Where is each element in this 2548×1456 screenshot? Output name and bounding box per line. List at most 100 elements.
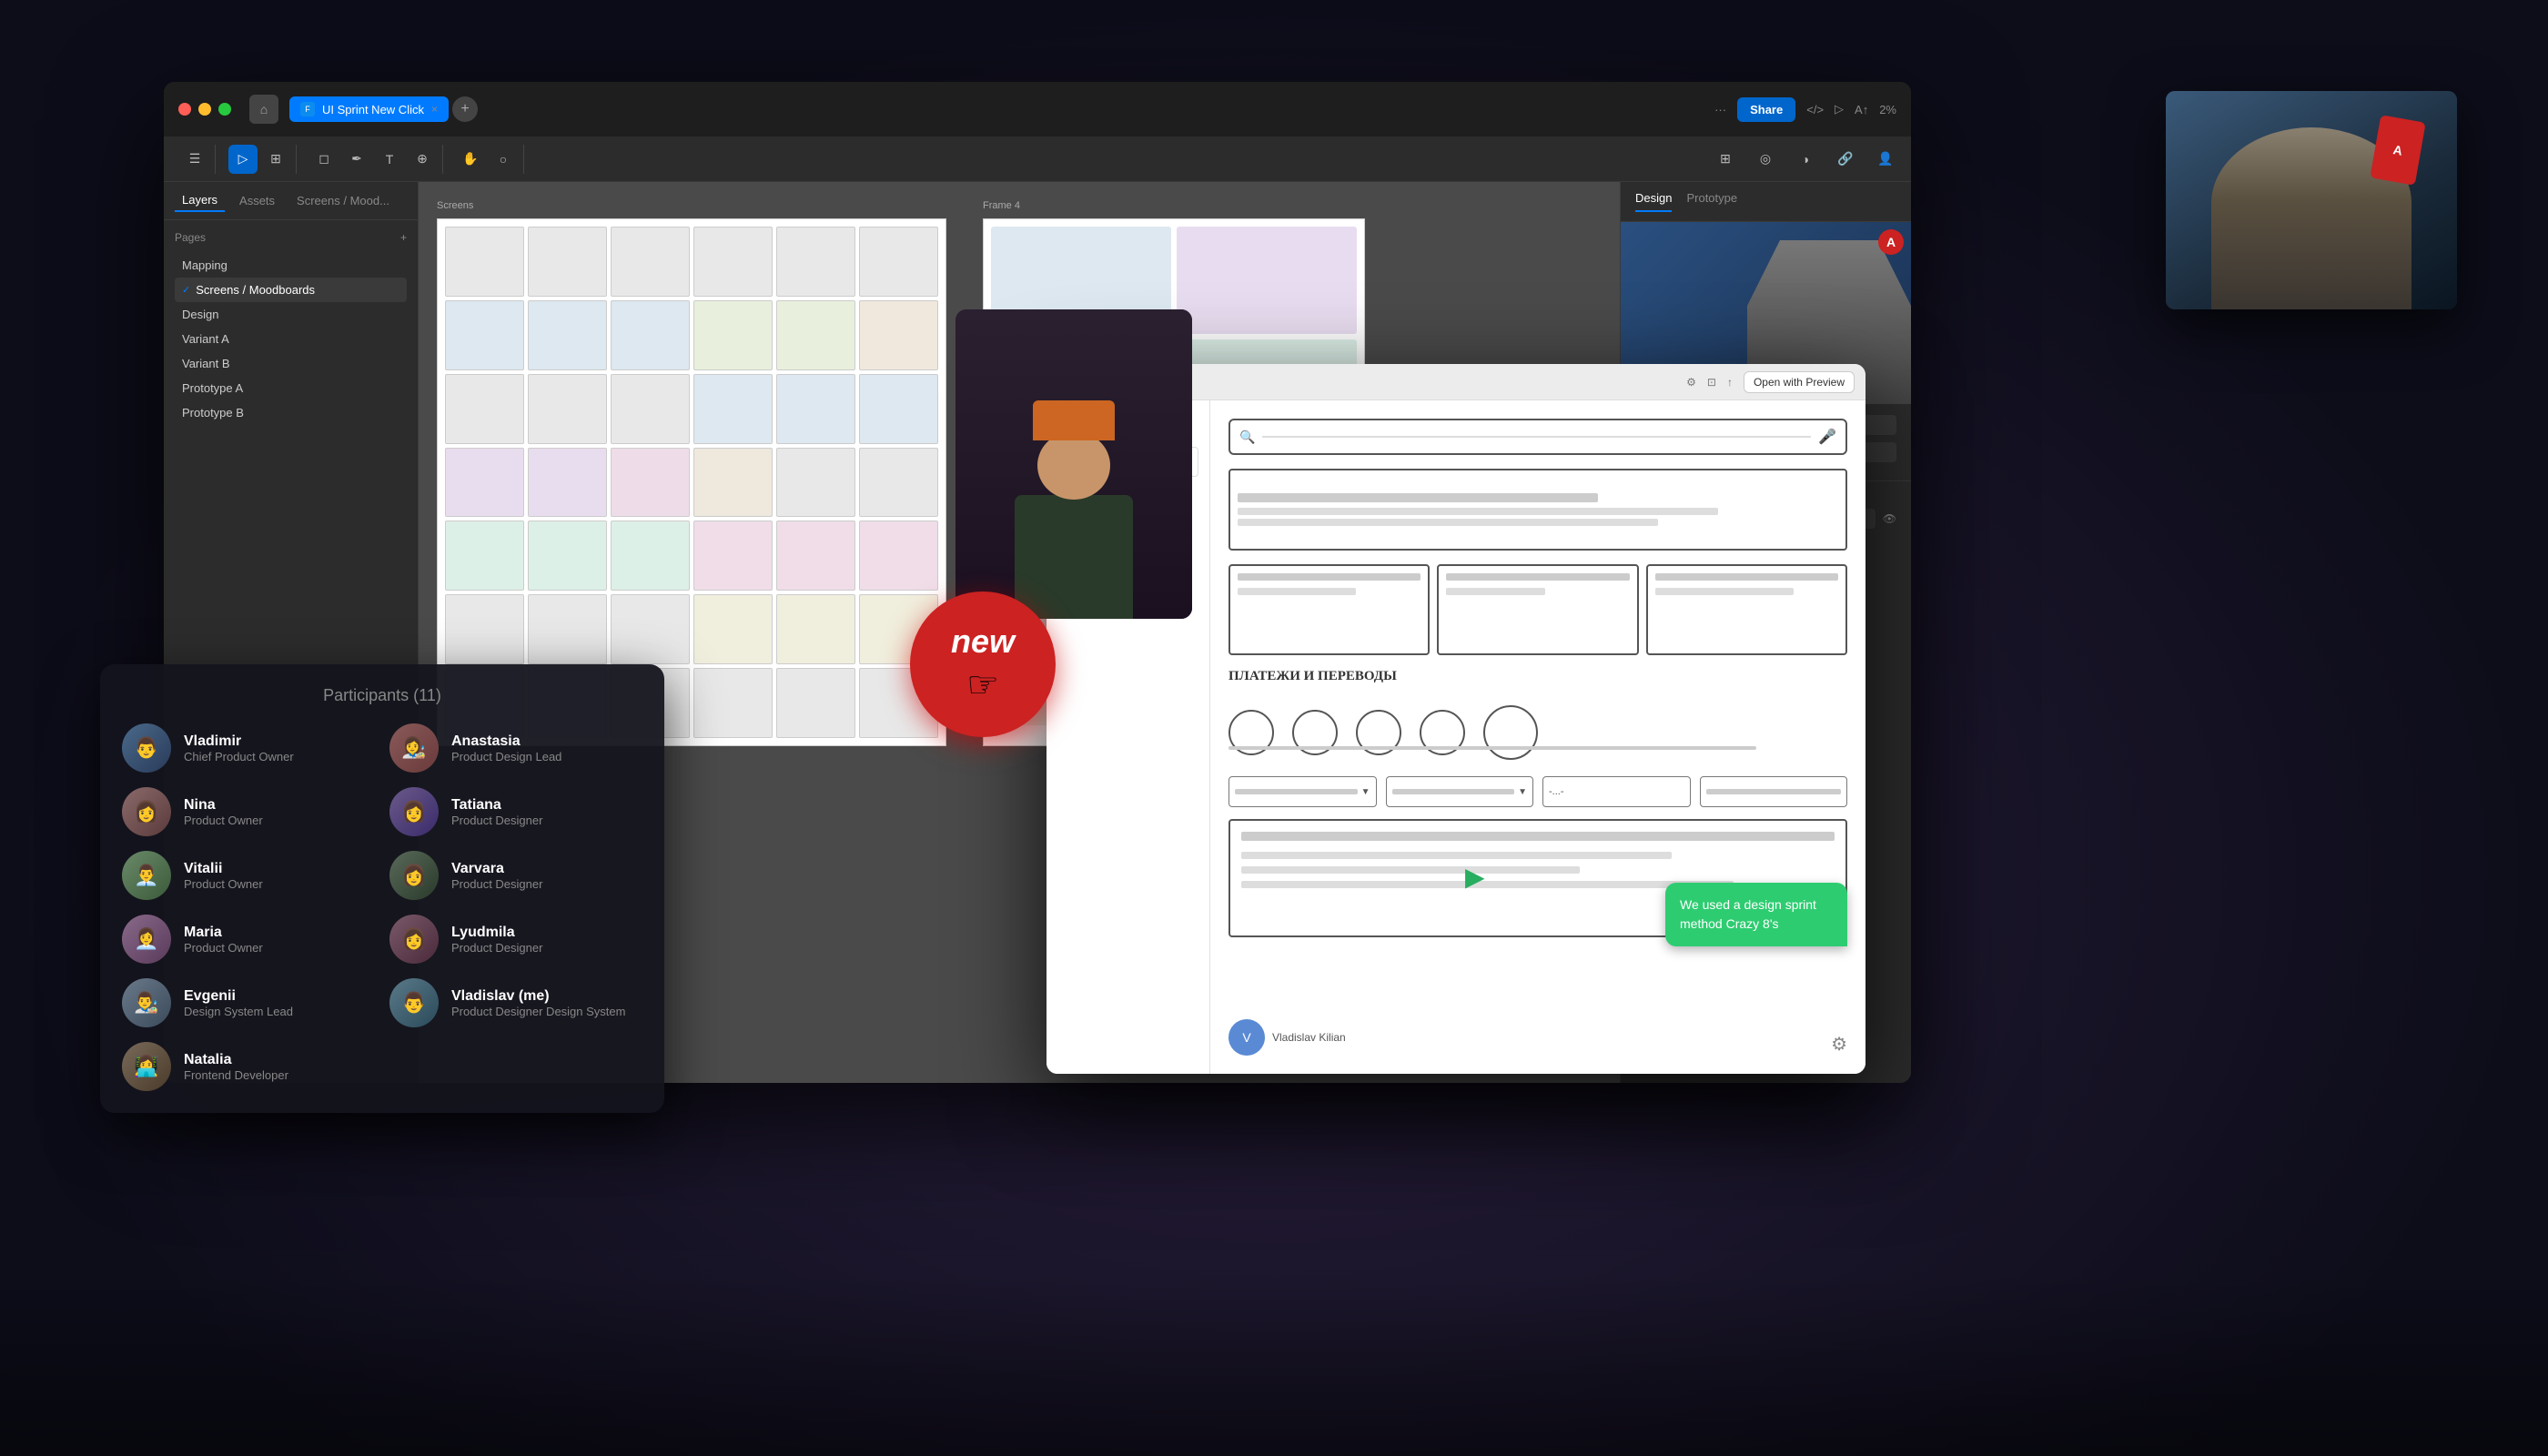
toolbar-right: ⊞ ◎ ◑ 🔗 👤 bbox=[1711, 145, 1900, 174]
hand-tool[interactable]: ✋ bbox=[456, 145, 485, 174]
participants-grid: 👨 Vladimir Chief Product Owner 👩 Nina Pr… bbox=[122, 723, 642, 1091]
info-evgenii: Evgenii Design System Lead bbox=[184, 988, 375, 1018]
share-button[interactable]: Share bbox=[1737, 97, 1795, 122]
participant-vitalii: 👨‍💼 Vitalii Product Owner bbox=[122, 851, 375, 900]
person-head bbox=[1037, 431, 1110, 500]
text-tool[interactable]: T bbox=[375, 145, 404, 174]
add-tool[interactable]: ⊕ bbox=[408, 145, 437, 174]
menu-tool[interactable]: ☰ bbox=[180, 145, 209, 174]
layers-tab[interactable]: Layers bbox=[175, 189, 225, 212]
tab-close-icon[interactable]: × bbox=[431, 103, 438, 116]
settings-bottom-icon[interactable]: ⚙ bbox=[1831, 1033, 1847, 1056]
text-icon[interactable]: A↑ bbox=[1855, 103, 1868, 116]
design-tab[interactable]: Design bbox=[1635, 191, 1672, 212]
name-lyudmila: Lyudmila bbox=[451, 925, 642, 941]
title-bar: ⌂ F UI Sprint New Click × + ··· Share </… bbox=[164, 82, 1911, 136]
chevron-icon: ▼ bbox=[1518, 787, 1527, 797]
prototype-tab[interactable]: Prototype bbox=[1686, 191, 1737, 212]
name-natalia: Natalia bbox=[184, 1052, 375, 1068]
visibility-icon[interactable]: 👁 bbox=[1883, 512, 1896, 525]
user-avatar[interactable]: 👤 bbox=[1871, 145, 1900, 174]
sketch-card2 bbox=[1437, 564, 1638, 655]
avatar-natalia: 👩‍💻 bbox=[122, 1042, 171, 1091]
more-options-icon[interactable]: ··· bbox=[1714, 103, 1726, 116]
crop-icon[interactable]: ⊞ bbox=[1711, 145, 1740, 174]
payments-label: ПЛАТЕЖИ И ПЕРЕВОДЫ bbox=[1228, 669, 1397, 684]
info-vladislav: Vladislav (me) Product Designer Design S… bbox=[451, 988, 642, 1018]
avatar-maria: 👩‍💼 bbox=[122, 915, 171, 964]
minimize-button[interactable] bbox=[198, 103, 211, 116]
info-varvara: Varvara Product Designer bbox=[451, 861, 642, 891]
filter-row: ▼ ▼ -...- bbox=[1228, 774, 1847, 810]
annotation-badge: A bbox=[1878, 229, 1904, 255]
mini-screen bbox=[528, 300, 607, 370]
traffic-lights bbox=[178, 103, 231, 116]
info-vitalii: Vitalii Product Owner bbox=[184, 861, 375, 891]
sketch-balance-line2 bbox=[1238, 508, 1718, 515]
steve-bg: A bbox=[2166, 91, 2457, 309]
open-with-preview[interactable]: Open with Preview bbox=[1744, 371, 1855, 393]
settings-icon[interactable]: ⚙ bbox=[1686, 376, 1696, 389]
mini-screen bbox=[693, 668, 773, 738]
search-sketch-icon: 🔍 bbox=[1239, 430, 1255, 445]
tool-group-shapes: ◻ ✒ T ⊕ bbox=[304, 145, 443, 174]
pages-section: Pages + Mapping ✓ Screens / Moodboards D… bbox=[164, 220, 418, 436]
rectangle-tool[interactable]: ◻ bbox=[309, 145, 339, 174]
close-button[interactable] bbox=[178, 103, 191, 116]
role-vladislav: Product Designer Design System bbox=[451, 1005, 642, 1018]
canvas-label-1: Screens bbox=[437, 200, 473, 211]
mini-screen bbox=[776, 374, 855, 444]
page-item-prototypeb[interactable]: Prototype B bbox=[175, 400, 407, 425]
page-item-varianta[interactable]: Variant A bbox=[175, 327, 407, 351]
new-badge[interactable]: new ☞ bbox=[910, 592, 1056, 737]
draft-avatar-name: Vladislav Kilian bbox=[1272, 1031, 1346, 1044]
assets-tab[interactable]: Assets bbox=[232, 190, 282, 211]
participant-anastasia: 👩‍🎨 Anastasia Product Design Lead bbox=[389, 723, 642, 773]
mini-screen bbox=[776, 521, 855, 591]
page-label-mapping: Mapping bbox=[182, 258, 228, 272]
home-button[interactable]: ⌂ bbox=[249, 95, 278, 124]
page-item-design[interactable]: Design bbox=[175, 302, 407, 327]
link-icon[interactable]: 🔗 bbox=[1831, 145, 1860, 174]
mini-screen bbox=[611, 448, 690, 518]
role-vitalii: Product Owner bbox=[184, 877, 375, 891]
draft-sketch-canvas: 🔍 🎤 bbox=[1210, 400, 1866, 1074]
page-item-mapping[interactable]: Mapping bbox=[175, 253, 407, 278]
page-item-prototypea[interactable]: Prototype A bbox=[175, 376, 407, 400]
card-line bbox=[1655, 573, 1838, 581]
page-item-variantb[interactable]: Variant B bbox=[175, 351, 407, 376]
info-natalia: Natalia Frontend Developer bbox=[184, 1052, 375, 1082]
sketch-card1 bbox=[1228, 564, 1430, 655]
code-icon[interactable]: </> bbox=[1806, 103, 1824, 116]
add-tab-button[interactable]: + bbox=[452, 96, 478, 122]
mini-screen bbox=[445, 448, 524, 518]
mini-screen bbox=[693, 300, 773, 370]
payment-circles bbox=[1228, 696, 1847, 769]
target-icon[interactable]: ◎ bbox=[1751, 145, 1780, 174]
contrast-icon[interactable]: ◑ bbox=[1791, 145, 1820, 174]
pen-tool[interactable]: ✒ bbox=[342, 145, 371, 174]
role-vladimir: Chief Product Owner bbox=[184, 750, 375, 763]
name-vladislav: Vladislav (me) bbox=[451, 988, 642, 1005]
add-page-button[interactable]: + bbox=[400, 231, 407, 244]
expand-icon[interactable]: ⊡ bbox=[1707, 376, 1716, 389]
active-tab[interactable]: F UI Sprint New Click × bbox=[289, 96, 449, 122]
select-tool[interactable]: ▷ bbox=[228, 145, 258, 174]
page-label-variantb: Variant B bbox=[182, 357, 230, 370]
page-item-screens[interactable]: ✓ Screens / Moodboards bbox=[175, 278, 407, 302]
play-icon[interactable]: ▷ bbox=[1835, 102, 1844, 116]
mini-screen bbox=[528, 374, 607, 444]
tab-bar: F UI Sprint New Click × + bbox=[289, 96, 1704, 122]
screens-tab[interactable]: Screens / Mood... bbox=[289, 190, 397, 211]
video-bg bbox=[956, 309, 1192, 619]
info-anastasia: Anastasia Product Design Lead bbox=[451, 733, 642, 763]
maximize-button[interactable] bbox=[218, 103, 231, 116]
frame-tool[interactable]: ⊞ bbox=[261, 145, 290, 174]
mini-screen bbox=[776, 448, 855, 518]
participants-left-col: 👨 Vladimir Chief Product Owner 👩 Nina Pr… bbox=[122, 723, 375, 1091]
page-label-screens: Screens / Moodboards bbox=[196, 283, 315, 297]
zoom-level[interactable]: 2% bbox=[1879, 103, 1896, 116]
mini-screen bbox=[611, 300, 690, 370]
share-draft-icon[interactable]: ↑ bbox=[1727, 376, 1733, 389]
comment-tool[interactable]: ○ bbox=[489, 145, 518, 174]
